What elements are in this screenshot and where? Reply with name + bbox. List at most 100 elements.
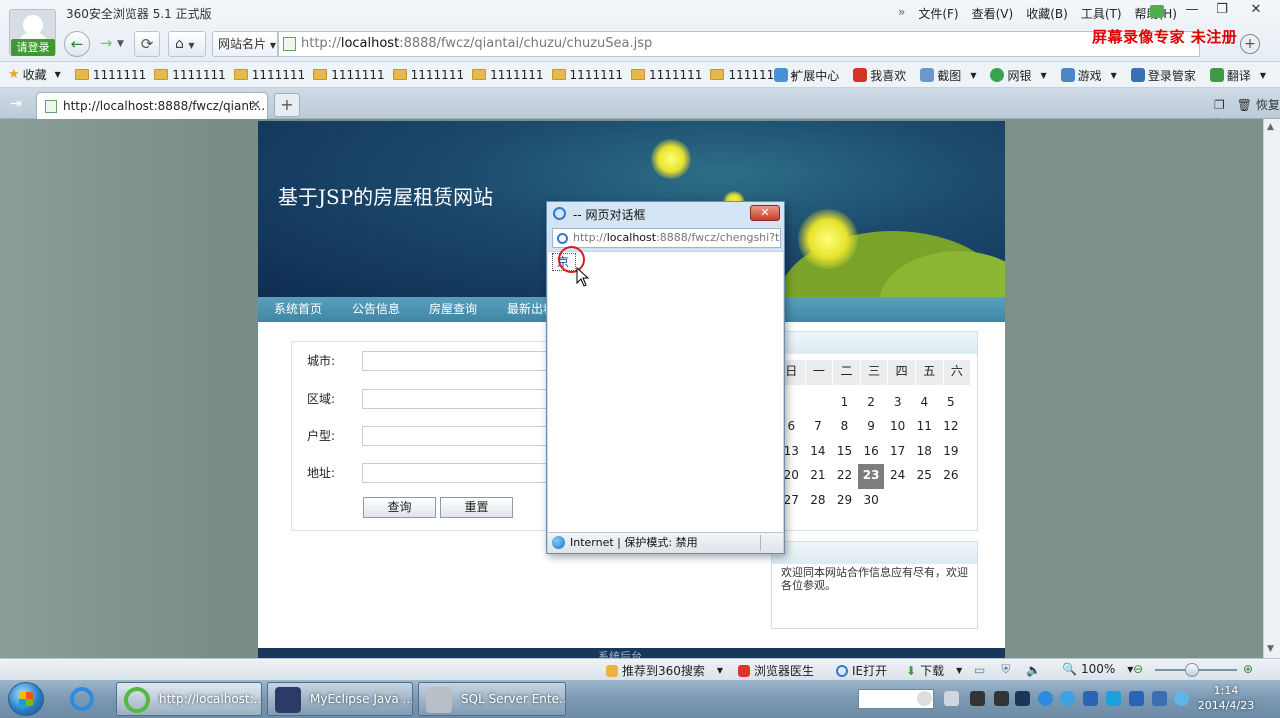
calendar-day[interactable]: 5 — [938, 391, 965, 416]
bookmark-folder[interactable]: 1111111 — [710, 68, 782, 82]
screenshot-button[interactable]: 截图 ▼ — [920, 67, 976, 84]
nav-notices[interactable]: 公告信息 — [352, 297, 400, 322]
back-button[interactable]: ← — [64, 31, 90, 57]
new-tab-button[interactable]: + — [274, 93, 300, 117]
menu-file[interactable]: 文件(F) — [918, 5, 958, 22]
tray-app-icon[interactable] — [994, 691, 1009, 706]
address-field[interactable] — [362, 463, 552, 483]
city-field[interactable] — [362, 351, 552, 371]
tray-app-icon[interactable] — [1060, 691, 1075, 706]
calendar-day[interactable]: 25 — [911, 464, 938, 489]
network-icon[interactable] — [1152, 691, 1167, 706]
home-button[interactable]: ⌂ ▼ — [168, 31, 206, 57]
calendar-day[interactable]: 28 — [805, 489, 832, 514]
ebank-button[interactable]: 网银 ▼ — [990, 67, 1047, 84]
calendar-day[interactable]: 1 — [831, 391, 858, 416]
browser-doctor-button[interactable]: 浏览器医生 — [738, 662, 814, 679]
calendar-day[interactable]: 10 — [884, 415, 911, 440]
ie-pinned-icon[interactable] — [66, 684, 98, 714]
nav-house-search[interactable]: 房屋查询 — [429, 297, 477, 322]
calendar-day[interactable]: 11 — [911, 415, 938, 440]
site-card-button[interactable]: 网站名片 ▼ — [212, 31, 278, 57]
calendar-day[interactable]: 30 — [858, 489, 885, 514]
zoom-out-icon[interactable]: ⊖ — [1133, 662, 1143, 676]
search-button[interactable]: 查询 — [363, 497, 436, 518]
vertical-scrollbar[interactable]: ▲ ▼ — [1263, 119, 1280, 658]
bookmark-folder[interactable]: 1111111 — [392, 68, 464, 82]
calendar-day[interactable]: 16 — [858, 440, 885, 465]
menu-favorites[interactable]: 收藏(B) — [1026, 5, 1068, 22]
volume-icon[interactable] — [1174, 691, 1189, 706]
tray-app-icon[interactable] — [1129, 691, 1144, 706]
menu-tools[interactable]: 工具(T) — [1081, 5, 1122, 22]
nav-home[interactable]: 系统首页 — [274, 297, 322, 322]
likes-button[interactable]: 我喜欢 — [853, 67, 906, 84]
calendar-day[interactable]: 14 — [805, 440, 832, 465]
tray-app-icon[interactable] — [1038, 691, 1053, 706]
translate-button[interactable]: 翻译 ▼ — [1209, 67, 1266, 84]
scroll-down-icon[interactable]: ▼ — [1267, 644, 1274, 654]
history-dropdown-icon[interactable]: ▼ — [117, 31, 124, 57]
district-field[interactable] — [362, 389, 552, 409]
recommend-button[interactable]: 推荐到360搜索 ▼ — [606, 662, 723, 679]
download-button[interactable]: ⬇ 下载 ▼ — [906, 662, 962, 679]
bookmark-folder[interactable]: 1111111 — [154, 68, 226, 82]
bookmark-folder[interactable]: 1111111 — [74, 68, 146, 82]
login-button[interactable]: 请登录 — [11, 39, 55, 56]
shield-icon[interactable] — [1083, 691, 1098, 706]
forward-button[interactable]: → — [93, 31, 119, 57]
extensions-button[interactable]: 扩展中心 — [774, 67, 839, 84]
task-sql-server[interactable]: SQL Server Ente... — [418, 682, 566, 716]
bookmark-folder[interactable]: 1111111 — [551, 68, 623, 82]
calendar-day[interactable]: 19 — [938, 440, 965, 465]
calendar-day[interactable]: 8 — [831, 415, 858, 440]
calendar-day[interactable]: 7 — [805, 415, 832, 440]
system-clock[interactable]: 1:14 2014/4/23 — [1196, 683, 1256, 713]
calendar-day[interactable]: 4 — [911, 391, 938, 416]
calendar-day[interactable]: 18 — [911, 440, 938, 465]
login-manager-button[interactable]: 登录管家 — [1130, 67, 1196, 84]
calendar-day[interactable]: 12 — [938, 415, 965, 440]
sidebar-toggle-icon[interactable]: ⇥ — [10, 96, 22, 112]
calendar-day[interactable]: 29 — [831, 489, 858, 514]
tray-app-icon[interactable] — [1106, 691, 1121, 706]
menu-more-icon[interactable]: » — [898, 5, 905, 22]
minimize-button[interactable]: — — [1178, 0, 1206, 20]
bookmark-folder[interactable]: 1111111 — [631, 68, 702, 82]
add-icon[interactable]: + — [1240, 34, 1260, 54]
zoom-in-icon[interactable]: ⊕ — [1243, 662, 1253, 676]
tray-search-icon[interactable] — [917, 691, 932, 706]
calendar-day[interactable]: 3 — [884, 391, 911, 416]
page-tools[interactable]: ▭ ⛨ 🔈 — [974, 662, 1041, 677]
calendar-day[interactable]: 23 — [857, 464, 885, 489]
bookmark-folder[interactable]: 1111111 — [313, 68, 385, 82]
close-tab-icon[interactable]: ✕ — [250, 93, 261, 119]
calendar-day[interactable]: 22 — [831, 464, 858, 489]
tray-app-icon[interactable] — [1015, 691, 1030, 706]
layout-field[interactable] — [362, 426, 552, 446]
start-button[interactable] — [8, 682, 44, 716]
tab-active[interactable]: http://localhost:8888/fwcz/qiant... ✕ — [36, 92, 268, 119]
tray-app-icon[interactable] — [970, 691, 985, 706]
refresh-button[interactable]: ⟳ — [134, 31, 160, 57]
skin-icon[interactable] — [1150, 5, 1164, 18]
calendar-day[interactable]: 21 — [805, 464, 832, 489]
calendar-day[interactable]: 17 — [884, 440, 911, 465]
reset-button[interactable]: 重置 — [440, 497, 513, 518]
games-button[interactable]: 游戏 ▼ — [1060, 67, 1117, 84]
ie-open-button[interactable]: IE打开 — [836, 662, 887, 679]
favorites-menu[interactable]: ★ 收藏 ▼ — [8, 66, 61, 83]
calendar-day[interactable]: 2 — [858, 391, 885, 416]
close-window-button[interactable]: ✕ — [1242, 0, 1270, 20]
address-bar[interactable]: http://localhost:8888/fwcz/qiantai/chuzu… — [278, 31, 1200, 57]
scroll-up-icon[interactable]: ▲ — [1267, 122, 1274, 132]
calendar-day[interactable]: 15 — [831, 440, 858, 465]
calendar-day[interactable]: 9 — [858, 415, 885, 440]
task-browser[interactable]: http://localhost:... — [116, 682, 262, 716]
task-myeclipse[interactable]: MyEclipse Java ... — [267, 682, 413, 716]
menu-view[interactable]: 查看(V) — [972, 5, 1014, 22]
bookmark-folder[interactable]: 1111111 — [233, 68, 305, 82]
calendar-day[interactable]: 24 — [884, 464, 911, 489]
keyboard-icon[interactable] — [944, 691, 959, 706]
maximize-button[interactable]: ❐ — [1208, 0, 1236, 20]
